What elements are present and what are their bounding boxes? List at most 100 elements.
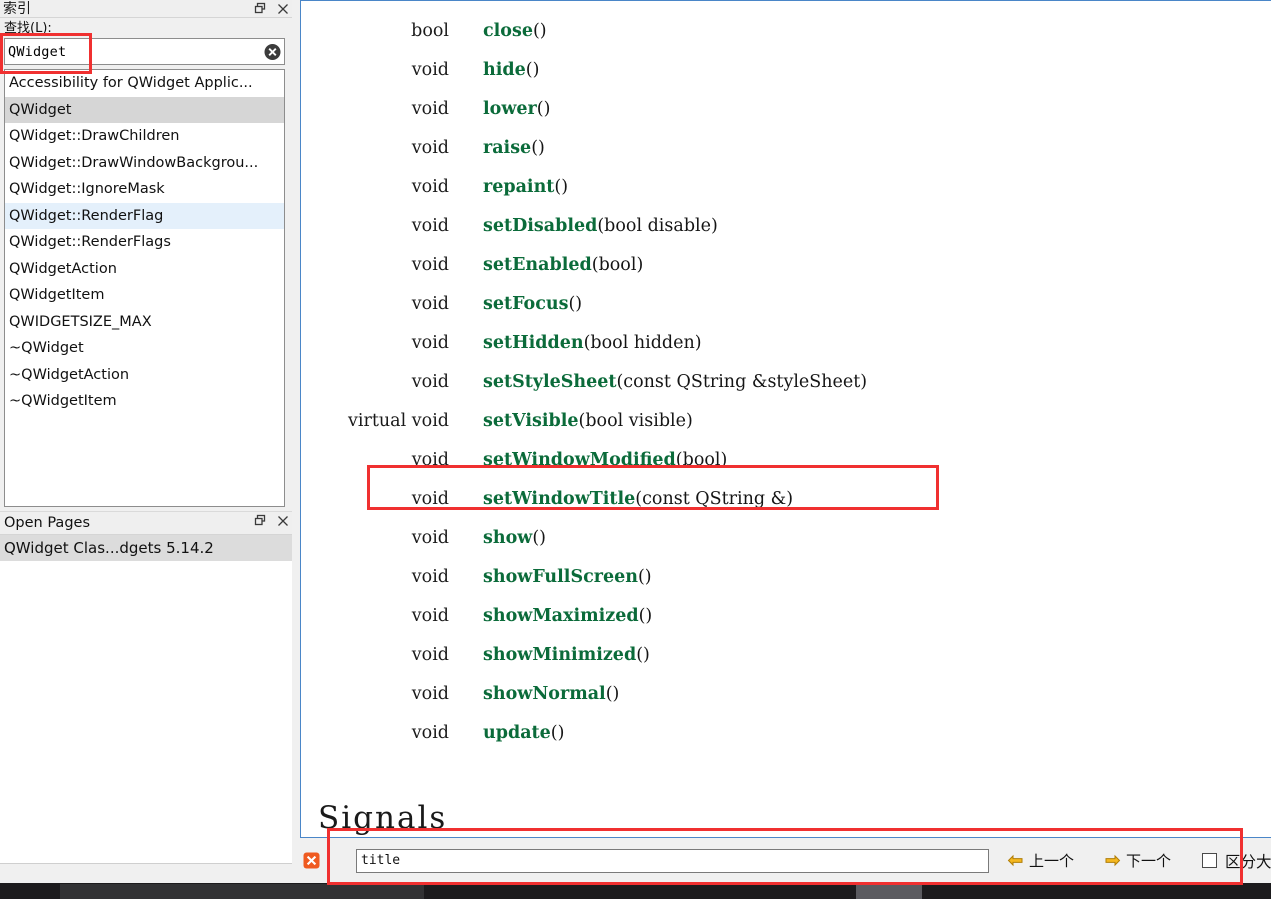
function-return-type: void <box>411 60 449 80</box>
function-name-link[interactable]: close <box>483 21 533 41</box>
function-return-type: void <box>411 450 449 470</box>
index-list-item[interactable]: QWidget::RenderFlag <box>5 202 284 229</box>
open-pages-list[interactable]: QWidget Clas...dgets 5.14.2 <box>0 535 292 561</box>
function-args-pre: () <box>568 294 583 314</box>
function-row: void update() <box>301 723 1271 762</box>
function-arg-name: bool <box>682 450 721 470</box>
function-return-type: void <box>411 333 449 353</box>
function-name-link[interactable]: setWindowModified <box>483 450 676 470</box>
taskbar-item[interactable] <box>60 884 424 899</box>
index-list-item[interactable]: QWidget <box>5 96 284 123</box>
index-list-item[interactable]: ~QWidgetAction <box>5 362 284 389</box>
find-next-button[interactable]: 下一个 <box>1104 850 1171 871</box>
function-name-link[interactable]: lower <box>483 99 537 119</box>
function-name-link[interactable]: setFocus <box>483 294 568 314</box>
function-signature: hide() <box>449 60 539 80</box>
arrow-left-icon <box>1007 852 1024 869</box>
function-args-pre: () <box>532 21 547 41</box>
function-name-link[interactable]: setEnabled <box>483 255 592 275</box>
function-row: void showNormal() <box>301 684 1271 723</box>
find-bar: title 上一个 下一个 区分大小写 <box>300 838 1271 883</box>
function-name-link[interactable]: show <box>483 528 532 548</box>
function-return-type: void <box>411 294 449 314</box>
function-name-link[interactable]: raise <box>483 138 531 158</box>
function-args-pre: () <box>554 177 569 197</box>
checkbox-box-icon <box>1202 853 1218 868</box>
open-page-item[interactable]: QWidget Clas...dgets 5.14.2 <box>0 535 292 561</box>
os-taskbar[interactable] <box>0 883 1271 899</box>
index-list-item[interactable]: QWidgetAction <box>5 256 284 283</box>
function-args-pre: (bool <box>597 216 648 236</box>
search-input[interactable]: QWidget <box>4 38 285 65</box>
function-args-pre: () <box>532 528 546 548</box>
function-name-link[interactable]: setStyleSheet <box>483 372 616 392</box>
index-list-item[interactable]: ~QWidgetItem <box>5 388 284 415</box>
function-name-link[interactable]: showFullScreen <box>483 567 638 587</box>
float-icon[interactable] <box>253 514 267 528</box>
function-name-link[interactable]: setHidden <box>483 333 584 353</box>
function-return-type: void <box>411 216 449 236</box>
index-list-item[interactable]: Accessibility for QWidget Applic... <box>5 70 284 97</box>
function-arg-name: hidden <box>633 333 695 353</box>
function-args-post: ) <box>710 216 718 236</box>
function-row: void raise() <box>301 138 1271 177</box>
match-case-checkbox[interactable]: 区分大小写 <box>1202 850 1271 872</box>
function-name-link[interactable]: repaint <box>483 177 554 197</box>
open-pages-title: Open Pages <box>4 515 90 531</box>
function-name-link[interactable]: setWindowTitle <box>483 489 635 509</box>
index-list-item[interactable]: QWidget::IgnoreMask <box>5 176 284 203</box>
function-name-link[interactable]: setDisabled <box>483 216 597 236</box>
function-args-post: ) <box>694 333 702 353</box>
find-input[interactable]: title <box>356 848 989 873</box>
function-row: void show() <box>301 528 1271 567</box>
index-list-item[interactable]: QWidget::RenderFlags <box>5 229 284 256</box>
function-args-pre: (bool <box>583 333 634 353</box>
clear-circle-icon[interactable] <box>264 44 281 61</box>
index-list-item[interactable]: QWidget::DrawChildren <box>5 123 284 150</box>
index-list-item[interactable]: QWidget::DrawWindowBackgrou... <box>5 150 284 177</box>
close-icon[interactable] <box>276 514 290 528</box>
function-name-link[interactable]: update <box>483 723 551 743</box>
index-list-item[interactable]: ~QWidget <box>5 335 284 362</box>
function-args-pre: () <box>550 723 565 743</box>
function-args-post: ) <box>686 411 693 431</box>
function-return-type: void <box>411 684 449 704</box>
function-return-type: void <box>411 606 449 626</box>
close-icon[interactable] <box>276 2 290 16</box>
index-dock-buttons <box>253 0 290 17</box>
function-name-link[interactable]: showMinimized <box>483 645 636 665</box>
function-signature: repaint() <box>449 177 568 197</box>
function-args-pre: (const QString & <box>616 372 768 392</box>
function-args-pre: ( <box>675 450 683 470</box>
function-args-post: ) <box>636 255 644 275</box>
index-dock-header: 索引 <box>0 0 292 18</box>
function-row: void repaint() <box>301 177 1271 216</box>
function-list: bool close() void hide() void lower() void rais… <box>301 1 1271 762</box>
function-row: void showFullScreen() <box>301 567 1271 606</box>
function-row: void setEnabled(bool) <box>301 255 1271 294</box>
taskbar-item[interactable] <box>856 884 922 899</box>
app-window: 索引 查找(L): QWidget Accessibility for QWid… <box>0 0 1271 899</box>
match-case-label: 区分大小写 <box>1225 852 1271 871</box>
close-find-icon[interactable] <box>303 852 320 869</box>
function-signature: raise() <box>449 138 545 158</box>
function-name-link[interactable]: showMaximized <box>483 606 639 626</box>
function-signature: close() <box>449 21 547 41</box>
float-icon[interactable] <box>253 2 267 16</box>
function-row: void lower() <box>301 99 1271 138</box>
function-name-link[interactable]: hide <box>483 60 526 80</box>
function-signature: showFullScreen() <box>449 567 652 587</box>
function-name-link[interactable]: showNormal <box>483 684 606 704</box>
index-list-item[interactable]: QWIDGETSIZE_MAX <box>5 309 284 336</box>
function-signature: showMinimized() <box>449 645 650 665</box>
documentation-viewer[interactable]: bool close() void hide() void lower() void rais… <box>300 0 1271 838</box>
function-arg-name: styleSheet <box>767 372 861 392</box>
find-previous-button[interactable]: 上一个 <box>1007 850 1074 871</box>
function-return-type: void <box>411 645 449 665</box>
index-result-list[interactable]: Accessibility for QWidget Applic... QWidg… <box>4 69 285 507</box>
index-panel-title: 索引 <box>3 0 31 17</box>
index-search-row: QWidget <box>4 38 288 66</box>
function-name-link[interactable]: setVisible <box>483 411 579 431</box>
function-arg-name: bool <box>598 255 637 275</box>
index-list-item[interactable]: QWidgetItem <box>5 282 284 309</box>
